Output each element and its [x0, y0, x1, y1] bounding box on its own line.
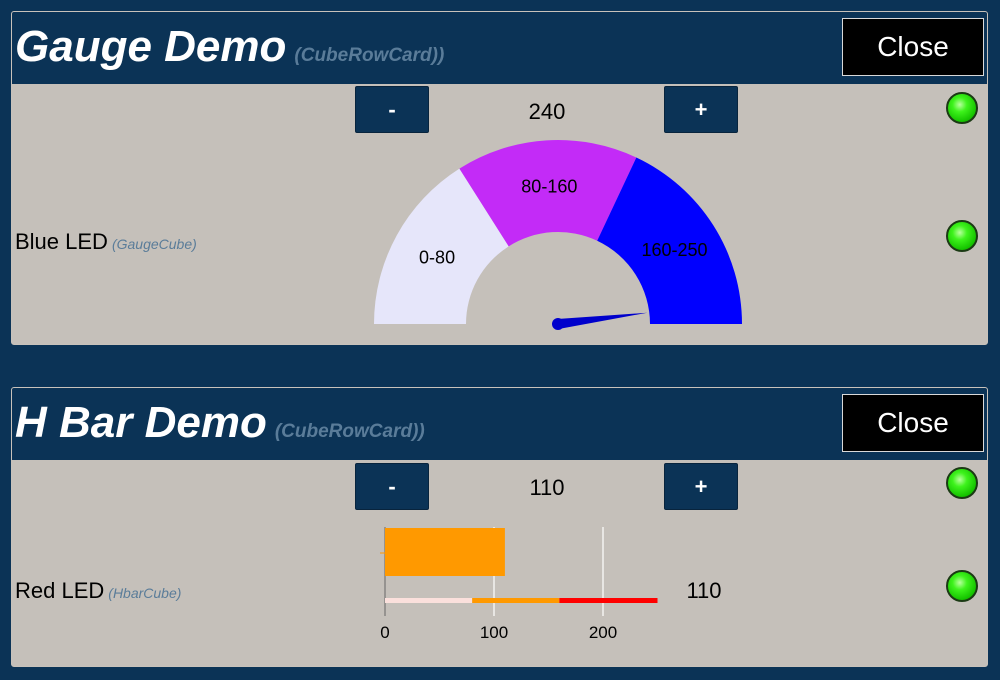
close-button[interactable]: Close [842, 18, 984, 76]
row-label: Blue LED (GaugeCube) [15, 229, 197, 255]
gauge-demo-card: Gauge Demo (CubeRowCard)) Close - 240 + B… [11, 11, 988, 345]
current-value: 110 [529, 475, 565, 500]
gauge-band-label: 0-80 [419, 248, 455, 268]
card-title: Gauge Demo (CubeRowCard)) [15, 22, 444, 72]
range-band [385, 598, 473, 603]
value-bar [385, 528, 505, 576]
bar-value-readout: 110 [686, 578, 722, 603]
range-band [472, 598, 560, 603]
row-label: Red LED (HbarCube) [15, 578, 181, 604]
row-label-text: Red LED [15, 578, 105, 603]
cube-name: (GaugeCube) [111, 236, 197, 252]
axis-tick-label: 200 [589, 623, 617, 642]
gauge-band-label: 80-160 [521, 176, 577, 196]
close-button[interactable]: Close [842, 394, 984, 452]
blue-led [946, 220, 978, 252]
range-band [559, 598, 658, 603]
gauge-card-header: Gauge Demo (CubeRowCard)) Close [12, 12, 987, 84]
decrement-button[interactable]: - [355, 86, 429, 133]
increment-button[interactable]: + [664, 463, 738, 510]
axis-tick-label: 0 [380, 623, 389, 642]
card-subtitle: (CubeRowCard)) [294, 45, 445, 66]
decrement-button[interactable]: - [355, 463, 429, 510]
gauge-needle [557, 312, 648, 329]
status-led [946, 92, 978, 124]
gauge-needle-hub [552, 318, 564, 330]
status-led [946, 467, 978, 499]
red-led [946, 570, 978, 602]
hbar-demo-card: H Bar Demo (CubeRowCard)) Close - 110 + R… [11, 387, 988, 667]
current-value: 240 [528, 99, 566, 124]
card-title: H Bar Demo (CubeRowCard)) [15, 398, 425, 448]
card-title-text: Gauge Demo [15, 22, 287, 71]
hbar-card-header: H Bar Demo (CubeRowCard)) Close [12, 388, 987, 460]
axis-tick-label: 100 [480, 623, 508, 642]
gauge-chart: 0-80 80-160 160-250 [374, 140, 742, 330]
hbar-chart: 0 100 200 [380, 527, 658, 642]
row-label-text: Blue LED [15, 229, 108, 254]
cube-name: (HbarCube) [108, 585, 182, 601]
increment-button[interactable]: + [664, 86, 738, 133]
card-subtitle: (CubeRowCard)) [274, 421, 425, 442]
gauge-band-label: 160-250 [641, 240, 707, 260]
card-title-text: H Bar Demo [15, 398, 267, 447]
